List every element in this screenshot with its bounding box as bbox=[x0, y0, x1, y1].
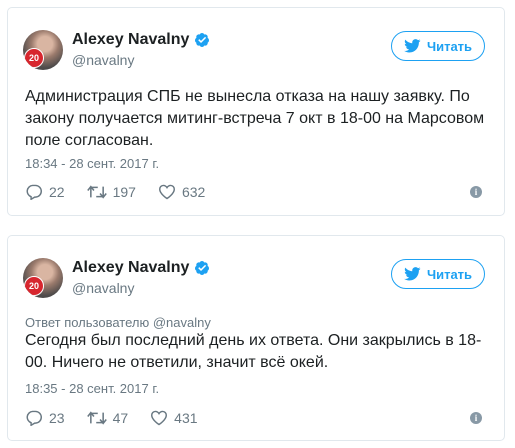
author-name[interactable]: Alexey Navalny bbox=[72, 259, 189, 277]
tweet-actions: 23 47 431 bbox=[25, 410, 220, 426]
verified-icon bbox=[195, 261, 210, 275]
tweet-text: Администрация СПБ не вынесла отказа на н… bbox=[25, 88, 485, 149]
retweet-action[interactable]: 47 bbox=[86, 410, 129, 426]
retweet-icon bbox=[86, 411, 107, 425]
like-icon bbox=[158, 184, 175, 200]
tweet-actions: 22 197 632 bbox=[25, 184, 227, 200]
follow-button[interactable]: Читать bbox=[391, 259, 485, 289]
retweet-action[interactable]: 197 bbox=[86, 184, 136, 200]
verified-icon bbox=[195, 33, 210, 47]
author-handle[interactable]: @navalny bbox=[72, 280, 134, 296]
retweet-icon bbox=[86, 185, 107, 199]
tweet-card[interactable]: 20 Alexey Navalny @navalny Читать Ответ … bbox=[7, 235, 505, 441]
like-count: 632 bbox=[181, 184, 206, 200]
avatar[interactable]: 20 bbox=[23, 30, 63, 70]
tweet-text: Сегодня был последний день их ответа. Он… bbox=[25, 332, 482, 371]
twitter-bird-icon bbox=[404, 39, 421, 53]
tweet-card[interactable]: 20 Alexey Navalny @navalny Читать Админи… bbox=[7, 7, 505, 216]
tweet-timestamp[interactable]: 18:35 - 28 сент. 2017 г. bbox=[25, 381, 159, 396]
author-handle[interactable]: @navalny bbox=[72, 52, 134, 68]
author-row[interactable]: Alexey Navalny bbox=[72, 31, 210, 49]
retweet-count: 47 bbox=[112, 410, 129, 426]
reply-action[interactable]: 23 bbox=[25, 410, 65, 426]
follow-button-label: Читать bbox=[426, 266, 473, 282]
follow-button-label: Читать bbox=[426, 38, 473, 54]
reply-count: 23 bbox=[49, 410, 65, 426]
reply-icon bbox=[26, 184, 42, 200]
avatar-badge: 20 bbox=[24, 48, 44, 68]
follow-button[interactable]: Читать bbox=[391, 31, 485, 61]
info-icon[interactable]: i bbox=[470, 186, 482, 198]
reply-count: 22 bbox=[49, 184, 65, 200]
reply-action[interactable]: 22 bbox=[25, 184, 65, 200]
reply-to-label[interactable]: Ответ пользователю @navalny bbox=[25, 315, 211, 330]
reply-icon bbox=[26, 410, 42, 426]
like-action[interactable]: 632 bbox=[158, 184, 205, 200]
twitter-bird-icon bbox=[404, 267, 421, 281]
like-count: 431 bbox=[174, 410, 198, 426]
info-icon[interactable]: i bbox=[470, 412, 482, 424]
like-icon bbox=[151, 410, 168, 426]
author-name[interactable]: Alexey Navalny bbox=[72, 31, 189, 49]
tweet-timestamp[interactable]: 18:34 - 28 сент. 2017 г. bbox=[25, 156, 159, 171]
like-action[interactable]: 431 bbox=[150, 410, 198, 426]
author-row[interactable]: Alexey Navalny bbox=[72, 259, 210, 277]
avatar[interactable]: 20 bbox=[23, 258, 63, 298]
avatar-badge: 20 bbox=[24, 276, 44, 296]
retweet-count: 197 bbox=[112, 184, 136, 200]
